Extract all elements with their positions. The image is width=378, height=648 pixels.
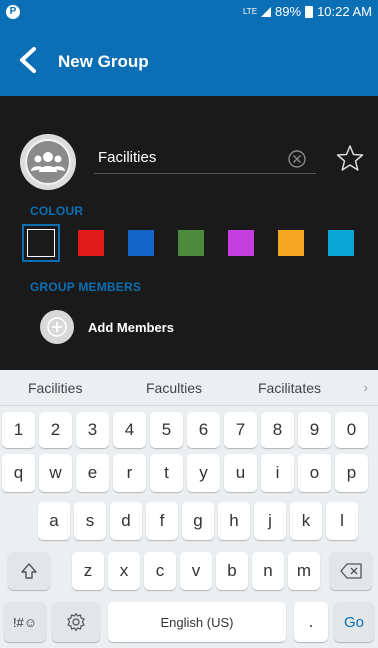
battery-percent: 89%	[275, 4, 302, 19]
network-type: LTE	[242, 7, 258, 16]
key-0[interactable]: 0	[335, 412, 368, 448]
key-s[interactable]: s	[74, 502, 106, 540]
key-i[interactable]: i	[261, 454, 294, 492]
key-b[interactable]: b	[216, 552, 248, 590]
chevron-right-icon[interactable]: ›	[363, 379, 368, 395]
key-o[interactable]: o	[298, 454, 331, 492]
settings-gear-icon	[67, 612, 85, 632]
swatch-cyan[interactable]	[328, 230, 354, 256]
add-plus-icon	[40, 310, 74, 344]
key-w[interactable]: w	[39, 454, 72, 492]
key-e[interactable]: e	[76, 454, 109, 492]
group-form: COLOUR GROUP MEMBERS Add Members	[0, 96, 378, 370]
group-name-input[interactable]	[98, 146, 278, 168]
swatch-purple[interactable]	[228, 230, 254, 256]
key-4[interactable]: 4	[113, 412, 146, 448]
key-l[interactable]: l	[326, 502, 358, 540]
key-y[interactable]: y	[187, 454, 220, 492]
status-bar: P LTE 89% 10:22 AM	[0, 0, 378, 24]
key-g[interactable]: g	[182, 502, 214, 540]
colour-swatches	[22, 224, 378, 262]
key-v[interactable]: v	[180, 552, 212, 590]
swatch-black-fill	[27, 229, 55, 257]
key-u[interactable]: u	[224, 454, 257, 492]
shift-key[interactable]	[8, 552, 50, 590]
back-arrow-icon[interactable]	[16, 46, 42, 74]
group-members-label: GROUP MEMBERS	[30, 280, 142, 294]
shift-arrow-icon	[21, 563, 37, 579]
app-notification-icon: P	[6, 5, 20, 19]
key-h[interactable]: h	[218, 502, 250, 540]
key-n[interactable]: n	[252, 552, 284, 590]
add-members-label: Add Members	[88, 319, 174, 335]
key-f[interactable]: f	[146, 502, 178, 540]
symbols-key[interactable]: !#☺	[4, 602, 46, 642]
group-people-icon	[25, 139, 71, 185]
key-j[interactable]: j	[254, 502, 286, 540]
status-indicators: LTE 89% 10:22 AM	[243, 4, 372, 19]
suggestion-strip: Facilities Faculties Facilitates ›	[0, 370, 378, 406]
page-title: New Group	[58, 52, 149, 71]
suggestion-3[interactable]: Facilitates	[258, 380, 321, 396]
battery-icon	[305, 5, 314, 18]
key-q[interactable]: q	[2, 454, 35, 492]
suggestion-2[interactable]: Faculties	[146, 380, 202, 396]
key-c[interactable]: c	[144, 552, 176, 590]
key-m[interactable]: m	[288, 552, 320, 590]
clear-text-icon[interactable]	[288, 150, 306, 168]
key-7[interactable]: 7	[224, 412, 257, 448]
key-8[interactable]: 8	[261, 412, 294, 448]
soft-keyboard: Facilities Faculties Facilitates › 1 2 3…	[0, 370, 378, 648]
key-1[interactable]: 1	[2, 412, 35, 448]
backspace-key[interactable]	[330, 552, 372, 590]
swatch-orange[interactable]	[278, 230, 304, 256]
group-name-field[interactable]	[94, 140, 316, 174]
key-z[interactable]: z	[72, 552, 104, 590]
swatch-blue[interactable]	[128, 230, 154, 256]
action-bar: New Group	[0, 24, 378, 96]
key-9[interactable]: 9	[298, 412, 331, 448]
swatch-black[interactable]	[22, 224, 60, 262]
space-key[interactable]: English (US)	[108, 602, 286, 642]
period-key[interactable]: .	[294, 602, 328, 642]
key-t[interactable]: t	[150, 454, 183, 492]
colour-section-label: COLOUR	[30, 204, 84, 218]
key-d[interactable]: d	[110, 502, 142, 540]
key-a[interactable]: a	[38, 502, 70, 540]
swatch-red[interactable]	[78, 230, 104, 256]
go-key[interactable]: Go	[334, 602, 374, 642]
add-members-button[interactable]: Add Members	[40, 310, 174, 344]
favorite-star-icon[interactable]	[336, 144, 364, 172]
key-3[interactable]: 3	[76, 412, 109, 448]
swatch-green[interactable]	[178, 230, 204, 256]
group-avatar[interactable]	[20, 134, 76, 190]
key-x[interactable]: x	[108, 552, 140, 590]
settings-key[interactable]	[52, 602, 100, 642]
backspace-icon	[340, 563, 362, 579]
key-2[interactable]: 2	[39, 412, 72, 448]
key-r[interactable]: r	[113, 454, 146, 492]
key-5[interactable]: 5	[150, 412, 183, 448]
key-k[interactable]: k	[290, 502, 322, 540]
clock: 10:22 AM	[317, 4, 372, 19]
key-p[interactable]: p	[335, 454, 368, 492]
signal-icon	[261, 6, 272, 17]
suggestion-1[interactable]: Facilities	[28, 380, 82, 396]
key-6[interactable]: 6	[187, 412, 220, 448]
